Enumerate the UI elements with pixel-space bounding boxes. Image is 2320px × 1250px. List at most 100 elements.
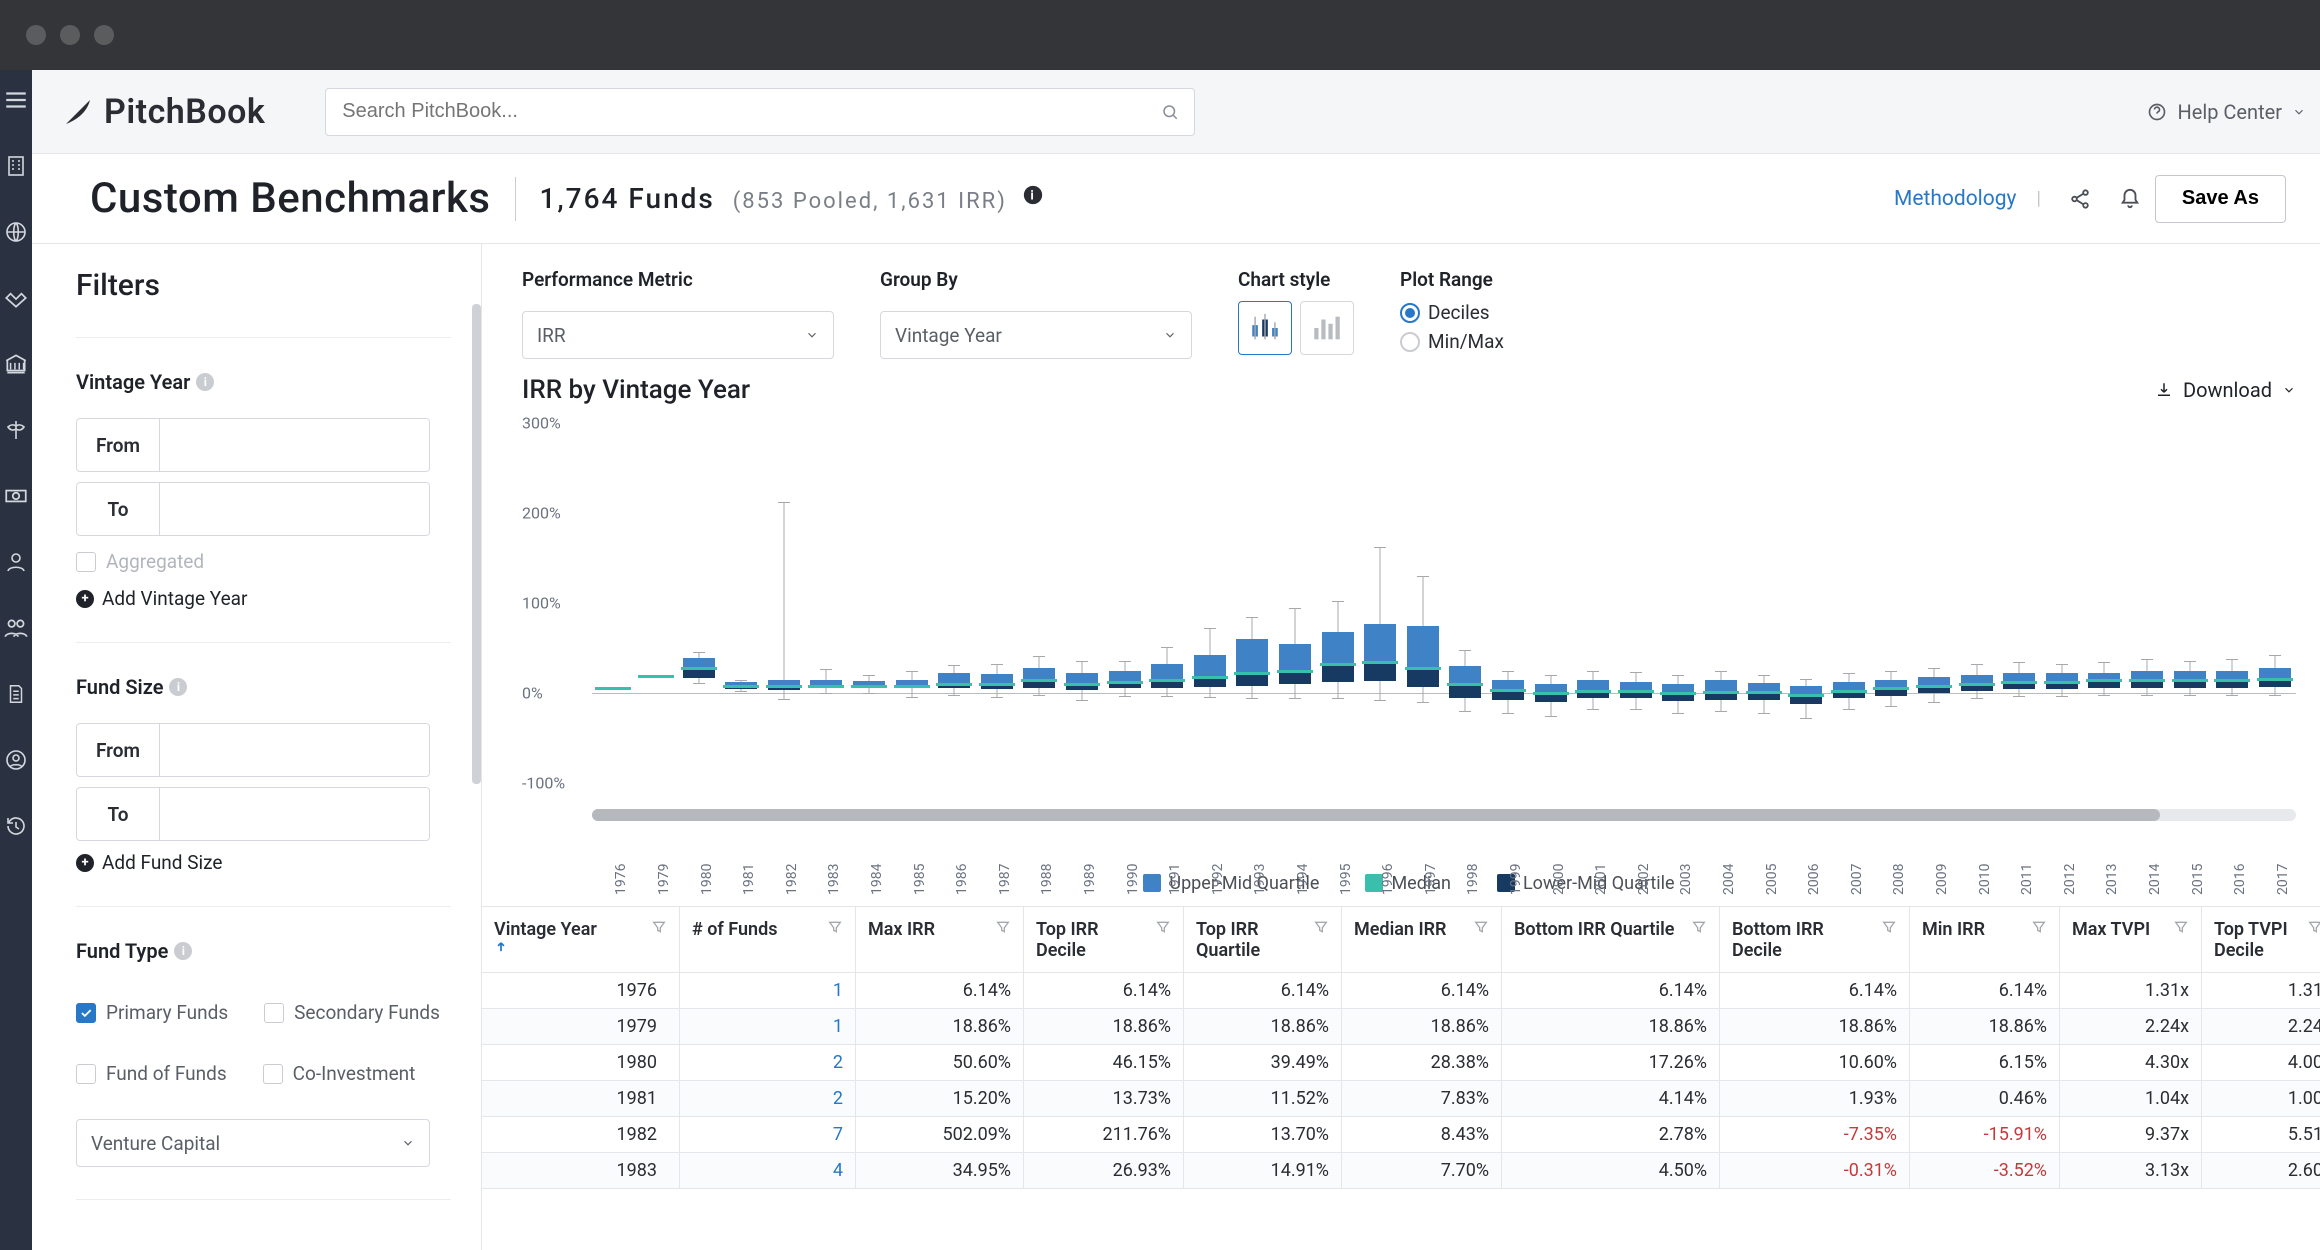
bank-icon[interactable] [0, 348, 32, 380]
leaf-icon[interactable] [0, 414, 32, 446]
info-icon[interactable]: i [196, 373, 214, 391]
fund-type-checkbox[interactable]: Secondary Funds [264, 1001, 440, 1024]
chart-style-box-button[interactable] [1238, 301, 1292, 355]
download-button[interactable]: Download [2155, 378, 2296, 402]
box-plot-column[interactable] [1066, 423, 1098, 783]
perf-metric-select[interactable]: IRR [522, 311, 834, 359]
add-fund-size-button[interactable]: +Add Fund Size [76, 851, 451, 874]
column-header[interactable]: Top TVPI Decile [2202, 907, 2320, 973]
box-plot-column[interactable] [1194, 423, 1226, 783]
info-icon[interactable]: i [174, 942, 192, 960]
box-plot-column[interactable] [725, 423, 757, 783]
box-plot-column[interactable] [1151, 423, 1183, 783]
box-plot-column[interactable] [1407, 423, 1439, 783]
box-plot-column[interactable] [1790, 423, 1822, 783]
chart-scrollbar[interactable] [592, 809, 2296, 821]
filter-icon[interactable] [2307, 919, 2320, 935]
fund-type-checkbox[interactable]: Primary Funds [76, 1001, 228, 1024]
table-cell[interactable]: 1 [680, 1009, 856, 1045]
box-plot-column[interactable] [2088, 423, 2120, 783]
scrollbar[interactable] [472, 304, 481, 784]
building-icon[interactable] [0, 150, 32, 182]
box-plot-column[interactable] [1620, 423, 1652, 783]
share-icon[interactable] [2069, 188, 2091, 210]
box-plot-column[interactable] [2174, 423, 2206, 783]
column-header[interactable]: Bottom IRR Quartile [1502, 907, 1720, 973]
document-icon[interactable] [0, 678, 32, 710]
filter-icon[interactable] [1313, 919, 1329, 935]
traffic-light-min[interactable] [60, 25, 80, 45]
brand-logo[interactable]: PitchBook [62, 92, 265, 132]
column-header[interactable]: Max IRR [856, 907, 1024, 973]
bell-icon[interactable] [2119, 188, 2141, 210]
globe-icon[interactable] [0, 216, 32, 248]
table-cell[interactable]: 4 [680, 1153, 856, 1189]
box-plot-column[interactable] [597, 423, 629, 783]
plot-range-minmax-radio[interactable]: Min/Max [1400, 330, 1504, 353]
fund-type-select[interactable]: Venture Capital [76, 1119, 430, 1167]
info-icon[interactable]: i [169, 678, 187, 696]
column-header[interactable]: Bottom IRR Decile [1720, 907, 1910, 973]
column-header[interactable]: Min IRR [1910, 907, 2060, 973]
box-plot-column[interactable] [768, 423, 800, 783]
handshake-icon[interactable] [0, 282, 32, 314]
box-plot-column[interactable] [1322, 423, 1354, 783]
box-plot-column[interactable] [1492, 423, 1524, 783]
table-cell[interactable]: 2 [680, 1045, 856, 1081]
history-icon[interactable] [0, 810, 32, 842]
add-vintage-year-button[interactable]: +Add Vintage Year [76, 587, 451, 610]
methodology-link[interactable]: Methodology [1894, 187, 2017, 211]
chart-style-bar-button[interactable] [1300, 301, 1354, 355]
filter-icon[interactable] [1155, 919, 1171, 935]
box-plot-column[interactable] [2131, 423, 2163, 783]
box-plot-column[interactable] [1577, 423, 1609, 783]
box-plot-column[interactable] [810, 423, 842, 783]
search-input[interactable] [325, 88, 1195, 136]
column-header[interactable]: Vintage Year [482, 907, 680, 973]
table-cell[interactable]: 2 [680, 1081, 856, 1117]
table-cell[interactable]: 7 [680, 1117, 856, 1153]
filter-icon[interactable] [2173, 919, 2189, 935]
box-plot-column[interactable] [1109, 423, 1141, 783]
traffic-light-max[interactable] [94, 25, 114, 45]
box-plot-column[interactable] [1449, 423, 1481, 783]
filter-icon[interactable] [651, 919, 667, 935]
group-icon[interactable] [0, 612, 32, 644]
box-plot-column[interactable] [1279, 423, 1311, 783]
box-plot-column[interactable] [1236, 423, 1268, 783]
plot-range-deciles-radio[interactable]: Deciles [1400, 301, 1504, 324]
box-plot-column[interactable] [1535, 423, 1567, 783]
column-header[interactable]: # of Funds [680, 907, 856, 973]
user-icon[interactable] [0, 546, 32, 578]
filter-icon[interactable] [995, 919, 1011, 935]
account-icon[interactable] [0, 744, 32, 776]
column-header[interactable]: Median IRR [1342, 907, 1502, 973]
fundsize-to-input[interactable]: To [76, 787, 430, 841]
box-plot-column[interactable] [2003, 423, 2035, 783]
filter-icon[interactable] [1691, 919, 1707, 935]
filter-icon[interactable] [2031, 919, 2047, 935]
box-plot-column[interactable] [683, 423, 715, 783]
box-plot-column[interactable] [1662, 423, 1694, 783]
box-plot-column[interactable] [1364, 423, 1396, 783]
box-plot-column[interactable] [2046, 423, 2078, 783]
box-plot-column[interactable] [938, 423, 970, 783]
save-as-button[interactable]: Save As [2155, 175, 2286, 223]
filter-icon[interactable] [1881, 919, 1897, 935]
box-plot-column[interactable] [1748, 423, 1780, 783]
box-plot-column[interactable] [1961, 423, 1993, 783]
box-plot-column[interactable] [1875, 423, 1907, 783]
box-plot-column[interactable] [981, 423, 1013, 783]
filter-icon[interactable] [827, 919, 843, 935]
info-circle-icon[interactable]: i [1022, 184, 1044, 206]
box-plot-column[interactable] [853, 423, 885, 783]
box-plot-column[interactable] [2216, 423, 2248, 783]
fundsize-from-input[interactable]: From [76, 723, 430, 777]
box-plot-column[interactable] [640, 423, 672, 783]
help-center-button[interactable]: Help Center [2147, 100, 2306, 124]
box-plot-column[interactable] [2259, 423, 2291, 783]
box-plot-column[interactable] [1023, 423, 1055, 783]
column-header[interactable]: Max TVPI [2060, 907, 2202, 973]
group-by-select[interactable]: Vintage Year [880, 311, 1192, 359]
cash-icon[interactable] [0, 480, 32, 512]
